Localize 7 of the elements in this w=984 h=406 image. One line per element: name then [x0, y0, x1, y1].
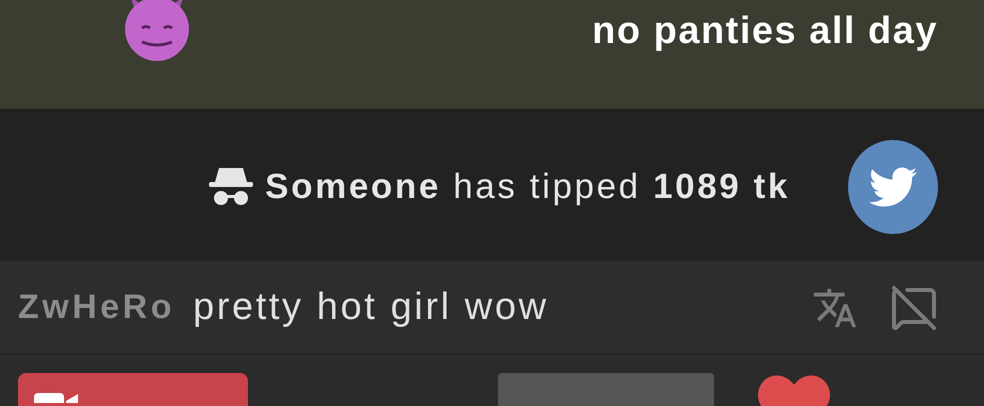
mute-chat-icon[interactable] [890, 284, 938, 332]
devil-emoji-icon [124, 0, 190, 62]
chat-message: pretty hot girl wow [193, 286, 549, 329]
chat-message: no panties all day [592, 10, 938, 53]
username[interactable]: ZwHeRo [18, 288, 175, 327]
tip-notice: Someone has tipped 1089 tk [265, 166, 790, 206]
incognito-icon [207, 166, 256, 208]
